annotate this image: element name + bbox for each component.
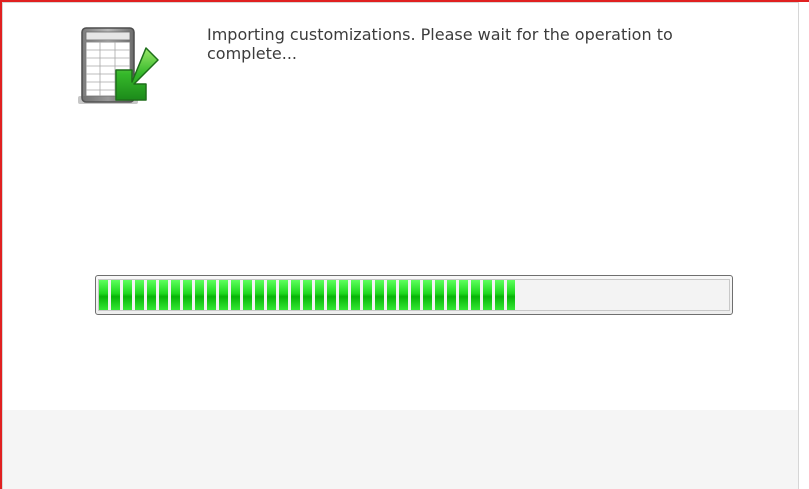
import-status-message: Importing customizations. Please wait fo… [207,25,673,63]
progress-track [98,279,730,311]
import-progress-bar [95,275,733,315]
spreadsheet-import-icon [76,26,162,110]
progress-fill [99,280,515,310]
dialog-footer [3,410,798,489]
